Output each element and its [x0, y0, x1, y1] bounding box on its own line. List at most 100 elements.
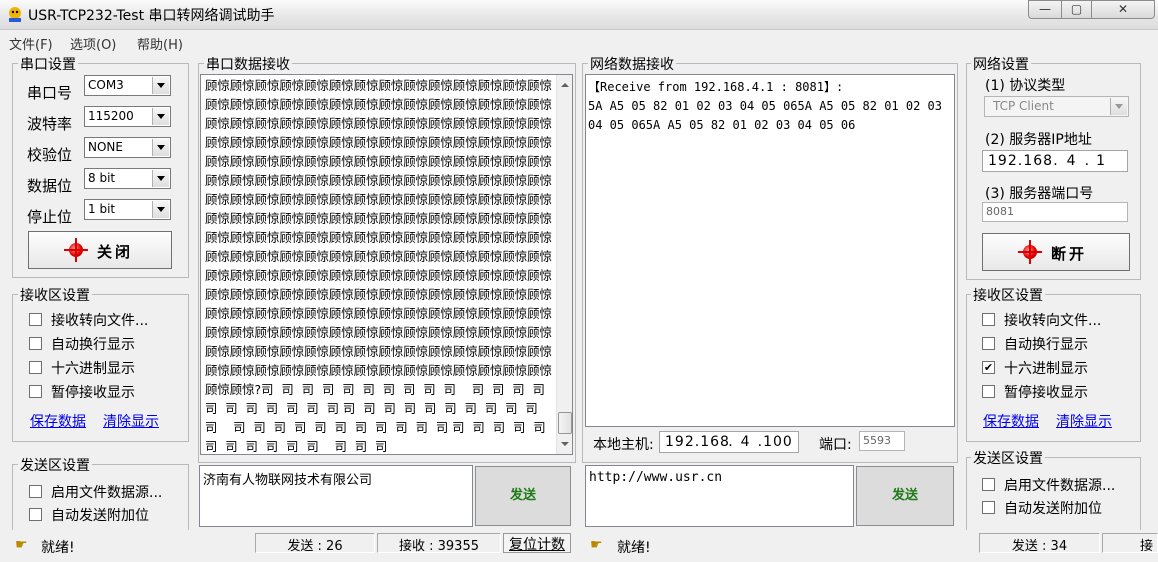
protocol-type-select[interactable]: TCP Client: [984, 96, 1129, 117]
serial-close-label: 关闭: [97, 243, 134, 261]
reset-count-button[interactable]: 复位计数: [503, 533, 571, 553]
databits-select[interactable]: 8 bit: [84, 168, 171, 189]
chevron-down-icon: [1110, 98, 1127, 115]
scroll-down-icon[interactable]: [557, 436, 572, 452]
chevron-down-icon: [152, 77, 169, 94]
port-label: 串口号: [27, 84, 73, 102]
serial-sent-count: 发送 : 26: [255, 533, 375, 554]
network-recv-to-file-label: 接收转向文件...: [1004, 313, 1102, 329]
network-auto-append-checkbox[interactable]: [982, 501, 995, 514]
serial-auto-wrap-checkbox[interactable]: [29, 337, 42, 350]
serial-received-count: 接收 : 39355: [377, 533, 501, 554]
network-settings-label: 网络设置: [971, 54, 1031, 74]
menu-help[interactable]: 帮助(H): [137, 34, 183, 53]
serial-clear-display-link[interactable]: 清除显示: [103, 411, 159, 431]
scroll-thumb[interactable]: [558, 412, 572, 434]
chevron-down-icon: [152, 201, 169, 218]
protocol-type-label: (1) 协议类型: [985, 78, 1066, 94]
chevron-down-icon: [152, 170, 169, 187]
network-send-settings-label: 发送区设置: [971, 448, 1045, 468]
network-disconnect-label: 断开: [1051, 245, 1088, 263]
app-icon: [9, 7, 21, 22]
network-file-source-label: 启用文件数据源...: [1004, 478, 1116, 494]
network-hex-display-checkbox[interactable]: ✔: [982, 361, 995, 374]
serial-send-settings-label: 发送区设置: [18, 455, 92, 475]
serial-send-button[interactable]: 发送: [475, 466, 571, 526]
network-send-button[interactable]: 发送: [856, 466, 954, 526]
network-pause-display-checkbox[interactable]: [982, 385, 995, 398]
serial-hex-display-checkbox[interactable]: [29, 361, 42, 374]
window-title: USR-TCP232-Test 串口转网络调试助手: [28, 8, 275, 24]
scroll-up-icon[interactable]: [557, 77, 572, 93]
network-send-text: http://www.usr.cn: [589, 470, 723, 485]
server-port-field[interactable]: 8081: [982, 202, 1128, 222]
network-status-text: 就绪!: [617, 540, 651, 556]
network-clear-display-link[interactable]: 清除显示: [1056, 411, 1112, 431]
status-led-icon: [64, 238, 88, 262]
baud-select[interactable]: 115200: [84, 106, 171, 127]
serial-recv-to-file-label: 接收转向文件...: [51, 313, 149, 329]
serial-file-source-checkbox[interactable]: [29, 485, 42, 498]
pointing-hand-icon: ☛: [590, 537, 603, 553]
local-host-label: 本地主机:: [593, 437, 654, 453]
menu-options[interactable]: 选项(O): [70, 34, 116, 53]
parity-select[interactable]: NONE: [84, 137, 171, 158]
server-ip-label: (2) 服务器IP地址: [985, 132, 1092, 148]
minimize-button[interactable]: —: [1028, 0, 1062, 19]
network-file-source-checkbox[interactable]: [982, 478, 995, 491]
serial-data-label: 串口数据接收: [204, 54, 292, 74]
network-sent-count: 发送 : 34: [979, 533, 1100, 554]
stopbits-label: 停止位: [27, 208, 73, 226]
parity-label: 校验位: [27, 146, 73, 164]
status-led-icon: [1018, 240, 1042, 264]
local-ip-field[interactable]: 192.168. 4.100: [659, 431, 799, 453]
serial-receive-scrollbar[interactable]: [556, 75, 572, 454]
network-recv-to-file-checkbox[interactable]: [982, 313, 995, 326]
serial-send-textarea[interactable]: 济南有人物联网技术有限公司: [199, 465, 473, 527]
local-port-label: 端口:: [819, 437, 852, 453]
network-save-data-link[interactable]: 保存数据: [983, 411, 1039, 431]
close-button[interactable]: ✕: [1091, 0, 1155, 19]
network-received-count: 接: [1102, 533, 1158, 553]
network-auto-wrap-checkbox[interactable]: [982, 337, 995, 350]
server-port-label: (3) 服务器端口号: [985, 186, 1094, 202]
serial-auto-append-checkbox[interactable]: [29, 508, 42, 521]
menu-file[interactable]: 文件(F): [9, 34, 53, 53]
serial-file-source-label: 启用文件数据源...: [51, 485, 163, 501]
network-disconnect-button[interactable]: 断开: [982, 233, 1130, 271]
network-receive-settings-label: 接收区设置: [971, 285, 1045, 305]
databits-label: 数据位: [27, 177, 73, 195]
serial-save-data-link[interactable]: 保存数据: [30, 411, 86, 431]
serial-receive-settings-label: 接收区设置: [18, 285, 92, 305]
port-select[interactable]: COM3: [84, 75, 171, 96]
serial-hex-display-label: 十六进制显示: [51, 361, 135, 377]
chevron-down-icon: [152, 139, 169, 156]
checkmark-icon: ✔: [983, 361, 994, 374]
serial-pause-display-label: 暂停接收显示: [51, 385, 135, 401]
baud-label: 波特率: [27, 115, 73, 133]
network-send-textarea[interactable]: http://www.usr.cn: [585, 465, 854, 527]
network-receive-textarea[interactable]: 【Receive from 192.168.4.1 : 8081】: 5A A5…: [585, 74, 955, 427]
local-port-field[interactable]: 5593: [859, 431, 905, 451]
serial-send-text: 济南有人物联网技术有限公司: [203, 473, 373, 488]
network-hex-display-label: 十六进制显示: [1004, 361, 1088, 377]
pointing-hand-icon: ☛: [15, 537, 28, 553]
network-data-label: 网络数据接收: [588, 54, 676, 74]
maximize-button[interactable]: ▢: [1061, 0, 1092, 19]
chevron-down-icon: [152, 108, 169, 125]
serial-pause-display-checkbox[interactable]: [29, 385, 42, 398]
serial-auto-wrap-label: 自动换行显示: [51, 337, 135, 353]
serial-received-text: 顾惊顾惊顾惊顾惊顾惊顾惊顾惊顾惊顾惊顾惊顾惊顾惊顾惊顾惊顾惊顾惊顾惊顾惊顾惊顾惊…: [205, 78, 554, 454]
stopbits-select[interactable]: 1 bit: [84, 199, 171, 220]
network-received-text: 【Receive from 192.168.4.1 : 8081】: 5A A5…: [588, 80, 943, 132]
network-pause-display-label: 暂停接收显示: [1004, 385, 1088, 401]
serial-status-text: 就绪!: [41, 540, 75, 556]
server-ip-field[interactable]: 192.168. 4. 1: [982, 150, 1128, 172]
serial-receive-textarea[interactable]: 顾惊顾惊顾惊顾惊顾惊顾惊顾惊顾惊顾惊顾惊顾惊顾惊顾惊顾惊顾惊顾惊顾惊顾惊顾惊顾惊…: [200, 74, 573, 455]
network-auto-wrap-label: 自动换行显示: [1004, 337, 1088, 353]
serial-settings-label: 串口设置: [18, 54, 78, 74]
serial-recv-to-file-checkbox[interactable]: [29, 313, 42, 326]
serial-auto-append-label: 自动发送附加位: [51, 508, 149, 524]
serial-close-button[interactable]: 关闭: [28, 231, 172, 269]
network-auto-append-label: 自动发送附加位: [1004, 501, 1102, 517]
